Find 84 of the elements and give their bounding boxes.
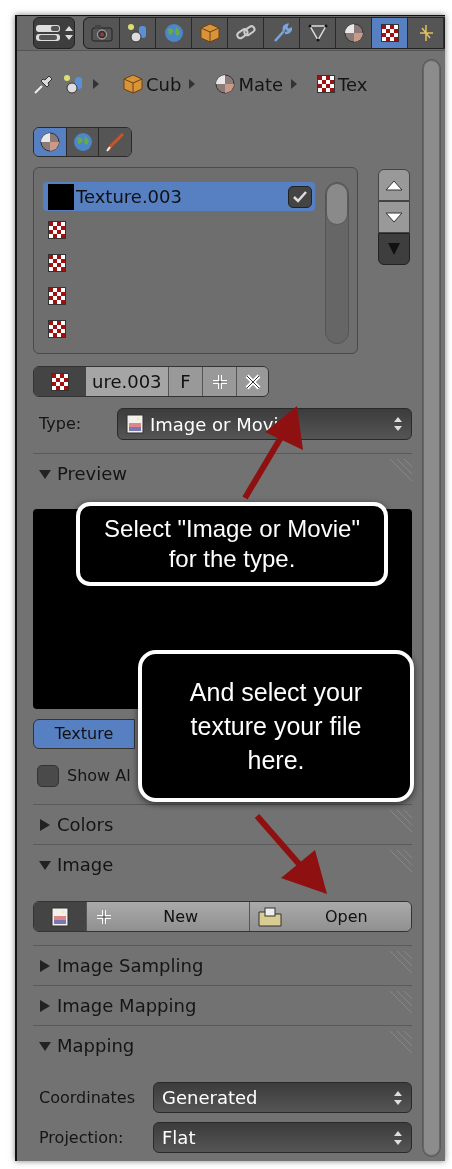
properties-tab[interactable] xyxy=(120,18,156,48)
spheres-icon xyxy=(126,23,149,43)
context-button[interactable] xyxy=(34,128,67,156)
checkbox-label: Show Al xyxy=(67,765,131,787)
editor-type-button[interactable] xyxy=(33,17,75,49)
preview-toggle-button[interactable]: Texture xyxy=(33,719,135,749)
callout: And select your texture your file here. xyxy=(138,650,414,802)
collapsed-triangle-icon xyxy=(39,959,51,972)
camera-icon xyxy=(90,24,113,42)
mapping-dropdown[interactable]: Generated xyxy=(153,1082,412,1113)
breadcrumb-label: Mate xyxy=(238,72,284,97)
panel-header[interactable]: Image Mapping xyxy=(33,986,382,1025)
expanded-triangle-icon xyxy=(39,1039,51,1052)
link-icon xyxy=(234,24,257,42)
properties-tab[interactable] xyxy=(408,18,444,48)
triangle-vertices-icon xyxy=(307,23,328,43)
breadcrumb-arrow-icon xyxy=(189,79,196,89)
properties-tab[interactable] xyxy=(336,18,372,48)
move-up-button[interactable] xyxy=(378,169,410,201)
image-icon xyxy=(126,414,144,434)
texture-list-row[interactable]: Texture.003 xyxy=(43,182,315,211)
color-swatch xyxy=(48,183,74,210)
panel-header[interactable]: Image xyxy=(33,845,382,884)
checker-icon xyxy=(48,220,66,239)
panel-header[interactable]: Image Sampling xyxy=(33,946,382,985)
properties-tab[interactable] xyxy=(192,18,228,48)
mapping-dropdown[interactable]: Flat xyxy=(153,1122,412,1153)
move-down-button[interactable] xyxy=(378,201,410,233)
breadcrumb-arrow-icon xyxy=(93,79,99,89)
checkbox[interactable] xyxy=(288,185,312,208)
down-triangle-icon xyxy=(385,211,403,223)
globe-icon xyxy=(163,23,184,43)
properties-tab[interactable] xyxy=(264,18,300,48)
plus-icon xyxy=(95,907,113,926)
open-button[interactable]: Open xyxy=(248,902,411,931)
collapsed-triangle-icon xyxy=(39,818,51,831)
spheres-icon xyxy=(63,74,85,94)
sphere-icon xyxy=(215,74,236,94)
callout: Select "Image or Movie" for the type. xyxy=(76,502,388,586)
sphere-icon xyxy=(39,132,60,152)
up-down-arrows-icon xyxy=(393,416,403,432)
up-down-arrows-icon xyxy=(63,25,74,41)
checker-icon xyxy=(48,319,66,338)
cube-icon xyxy=(123,74,143,94)
panel-header[interactable]: Preview xyxy=(33,454,382,493)
field-label: Projection: xyxy=(38,1126,125,1149)
cube-icon xyxy=(199,23,220,43)
properties-tab[interactable] xyxy=(300,18,336,48)
brush-icon xyxy=(105,132,126,152)
checkbox[interactable] xyxy=(37,765,59,787)
up-down-arrows-icon xyxy=(393,1129,403,1146)
sparkle-icon xyxy=(418,23,433,43)
properties-tab[interactable] xyxy=(228,18,264,48)
wrench-icon xyxy=(271,23,292,43)
expanded-triangle-icon xyxy=(39,467,51,480)
menu-triangle-icon xyxy=(388,242,400,256)
checkmark-icon xyxy=(292,189,308,204)
up-triangle-icon xyxy=(385,179,403,191)
collapsed-triangle-icon xyxy=(39,999,51,1012)
panel-header[interactable]: Mapping xyxy=(33,1026,382,1065)
scrollbar[interactable] xyxy=(422,59,441,1157)
checker-icon xyxy=(48,253,66,272)
breadcrumb-label: Tex xyxy=(338,72,368,97)
properties-tab[interactable] xyxy=(372,18,408,48)
image-icon xyxy=(51,906,69,927)
breadcrumb-arrow-icon xyxy=(291,79,298,89)
list-scrollbar[interactable] xyxy=(325,182,349,344)
field-label: Coordinates xyxy=(38,1086,137,1109)
browse-image-button[interactable] xyxy=(34,902,86,931)
checker-icon xyxy=(380,24,399,42)
type-label: Type: xyxy=(38,413,83,435)
globe-icon xyxy=(72,132,93,152)
pin-icon xyxy=(33,73,55,95)
expanded-triangle-icon xyxy=(39,858,51,871)
new-button[interactable]: New xyxy=(86,902,249,931)
up-down-arrows-icon xyxy=(393,1089,403,1106)
panel-header[interactable]: Colors xyxy=(33,805,382,844)
checker-icon xyxy=(317,75,336,93)
breadcrumb-label: Cub xyxy=(146,72,182,97)
context-button[interactable] xyxy=(66,128,100,156)
checker-icon xyxy=(48,286,66,305)
sphere-icon xyxy=(343,23,364,43)
toggle-icon xyxy=(34,24,61,42)
folder-icon xyxy=(257,906,282,927)
